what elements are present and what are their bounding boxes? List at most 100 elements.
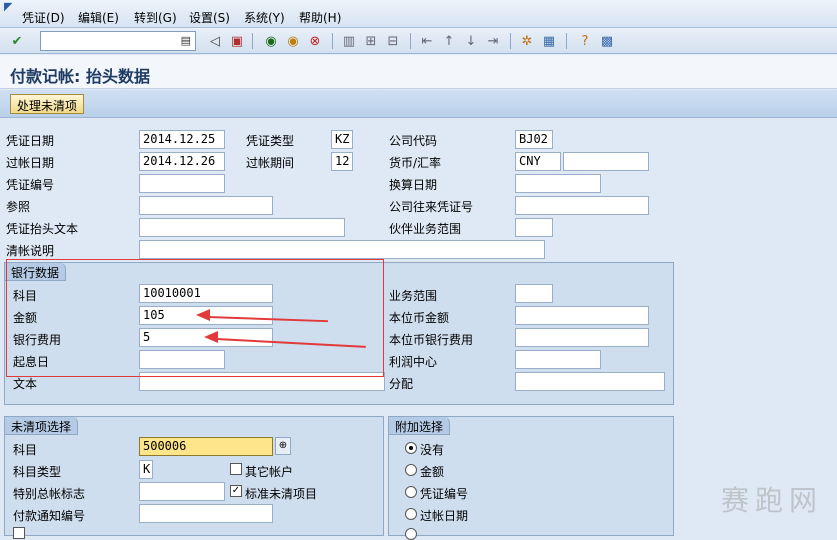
partner-ba-label: 伙伴业务范围 bbox=[389, 222, 462, 236]
bank-account-label: 科目 bbox=[13, 289, 38, 303]
prev-page-icon[interactable]: ↑ bbox=[440, 32, 458, 50]
company-code-label: 公司代码 bbox=[389, 134, 438, 148]
last-page-icon[interactable]: ⇥ bbox=[484, 32, 502, 50]
value-date-field[interactable] bbox=[139, 350, 225, 369]
menu-document[interactable]: 凭证(D) bbox=[22, 9, 65, 26]
other-accounts-label: 其它帐户 bbox=[245, 465, 294, 479]
find-next-icon[interactable]: ⊟ bbox=[384, 32, 402, 50]
toolbar-separator bbox=[252, 33, 253, 49]
open-item-selection-title: 未清项选择 bbox=[5, 417, 79, 435]
reference-label: 参照 bbox=[6, 200, 31, 214]
radio-none[interactable] bbox=[405, 442, 417, 454]
arrow-amount-head bbox=[196, 309, 210, 321]
doc-date-field[interactable]: 2014.12.25 bbox=[139, 130, 225, 149]
assignment-field[interactable] bbox=[515, 372, 665, 391]
check-icon[interactable]: ✔ bbox=[8, 32, 26, 50]
first-page-icon[interactable]: ⇤ bbox=[418, 32, 436, 50]
menu-edit[interactable]: 编辑(E) bbox=[78, 9, 119, 26]
additional-selection-title: 附加选择 bbox=[389, 417, 451, 435]
radio-posting-date[interactable] bbox=[405, 508, 417, 520]
account-type-field[interactable]: K bbox=[139, 460, 153, 479]
exit-icon[interactable]: ◉ bbox=[284, 32, 302, 50]
doc-type-field[interactable]: KZ bbox=[331, 130, 353, 149]
local-charges-field[interactable] bbox=[515, 328, 649, 347]
bank-account-field[interactable]: 10010001 bbox=[139, 284, 273, 303]
period-field[interactable]: 12 bbox=[331, 152, 353, 171]
radio-amount-label: 金额 bbox=[420, 465, 445, 479]
doc-no-field[interactable] bbox=[139, 174, 225, 193]
oi-account-field[interactable]: 500006 bbox=[139, 437, 273, 456]
payment-advice-field[interactable] bbox=[139, 504, 273, 523]
menu-help[interactable]: 帮助(H) bbox=[299, 9, 341, 26]
toolbar-separator bbox=[510, 33, 511, 49]
intercompany-field[interactable] bbox=[515, 196, 649, 215]
posting-date-label: 过帐日期 bbox=[6, 156, 55, 170]
radio-amount[interactable] bbox=[405, 464, 417, 476]
other-accounts-checkbox[interactable] bbox=[230, 463, 242, 475]
company-code-field[interactable]: BJ02 bbox=[515, 130, 553, 149]
business-area-field[interactable] bbox=[515, 284, 553, 303]
radio-doc-number[interactable] bbox=[405, 486, 417, 498]
standard-oi-checkbox[interactable]: ✓ bbox=[230, 485, 242, 497]
nav-back-icon[interactable]: ◉ bbox=[262, 32, 280, 50]
clearing-text-label: 清帐说明 bbox=[6, 244, 55, 258]
watermark: 赛跑网 bbox=[721, 479, 823, 519]
partner-ba-field[interactable] bbox=[515, 218, 553, 237]
partial-checkbox[interactable] bbox=[13, 527, 25, 539]
exchange-rate-field[interactable] bbox=[563, 152, 649, 171]
search-help-icon[interactable]: ⊕ bbox=[275, 437, 291, 455]
special-gl-label: 特别总帐标志 bbox=[13, 487, 86, 501]
layout-icon[interactable]: ▩ bbox=[598, 32, 616, 50]
process-open-items-button[interactable]: 处理未清项 bbox=[10, 94, 85, 114]
save-icon[interactable]: ▣ bbox=[228, 32, 246, 50]
cancel-icon[interactable]: ⊗ bbox=[306, 32, 324, 50]
currency-field[interactable]: CNY bbox=[515, 152, 561, 171]
radio-doc-number-label: 凭证编号 bbox=[420, 487, 469, 501]
new-session-icon[interactable]: ✲ bbox=[518, 32, 536, 50]
back-icon[interactable]: ◁ bbox=[206, 32, 224, 50]
local-amount-field[interactable] bbox=[515, 306, 649, 325]
intercompany-label: 公司往来凭证号 bbox=[389, 200, 474, 214]
menu-system[interactable]: 系统(Y) bbox=[244, 9, 285, 26]
next-page-icon[interactable]: ↓ bbox=[462, 32, 480, 50]
special-gl-field[interactable] bbox=[139, 482, 225, 501]
shortcut-icon[interactable]: ▦ bbox=[540, 32, 558, 50]
local-charges-label: 本位币银行费用 bbox=[389, 333, 474, 347]
find-icon[interactable]: ⊞ bbox=[362, 32, 380, 50]
print-icon[interactable]: ▥ bbox=[340, 32, 358, 50]
doc-type-label: 凭证类型 bbox=[246, 134, 295, 148]
toolbar-separator bbox=[566, 33, 567, 49]
business-area-label: 业务范围 bbox=[389, 289, 438, 303]
account-type-label: 科目类型 bbox=[13, 465, 62, 479]
menu-bar: ◤ 凭证(D) 编辑(E) 转到(G) 设置(S) 系统(Y) 帮助(H) bbox=[0, 0, 837, 28]
posting-date-field[interactable]: 2014.12.26 bbox=[139, 152, 225, 171]
standard-oi-label: 标准未清项目 bbox=[245, 487, 318, 501]
menu-goto[interactable]: 转到(G) bbox=[134, 9, 177, 26]
help-icon[interactable]: ? bbox=[576, 32, 594, 50]
radio-more[interactable] bbox=[405, 528, 417, 540]
clearing-text-field[interactable] bbox=[139, 240, 545, 259]
local-amount-label: 本位币金额 bbox=[389, 311, 450, 325]
period-label: 过帐期间 bbox=[246, 156, 295, 170]
screen-title-bar: 付款记帐: 抬头数据 bbox=[0, 55, 837, 89]
payment-advice-label: 付款通知编号 bbox=[13, 509, 86, 523]
command-field[interactable]: ▤ bbox=[40, 31, 196, 51]
text-field[interactable] bbox=[139, 372, 385, 391]
watermark-text: 赛跑网 bbox=[720, 484, 823, 517]
radio-none-label: 没有 bbox=[420, 443, 445, 457]
standard-toolbar: ✔ ▤ ◁ ▣ ◉ ◉ ⊗ ▥ ⊞ ⊟ ⇤ ↑ ↓ ⇥ ✲ ▦ ? ▩ bbox=[0, 28, 837, 54]
application-toolbar: 处理未清项 bbox=[0, 90, 837, 118]
toolbar-separator bbox=[332, 33, 333, 49]
reference-field[interactable] bbox=[139, 196, 273, 215]
translation-date-field[interactable] bbox=[515, 174, 601, 193]
page-title: 付款记帐: 抬头数据 bbox=[10, 67, 150, 86]
header-text-field[interactable] bbox=[139, 218, 345, 237]
bank-charges-label: 银行费用 bbox=[13, 333, 62, 347]
profit-center-field[interactable] bbox=[515, 350, 601, 369]
system-menu-icon[interactable]: ◤ bbox=[4, 0, 12, 13]
command-history-icon[interactable]: ▤ bbox=[181, 34, 191, 47]
menu-settings[interactable]: 设置(S) bbox=[189, 9, 230, 26]
assignment-label: 分配 bbox=[389, 377, 414, 391]
radio-posting-date-label: 过帐日期 bbox=[420, 509, 469, 523]
translation-date-label: 换算日期 bbox=[389, 178, 438, 192]
